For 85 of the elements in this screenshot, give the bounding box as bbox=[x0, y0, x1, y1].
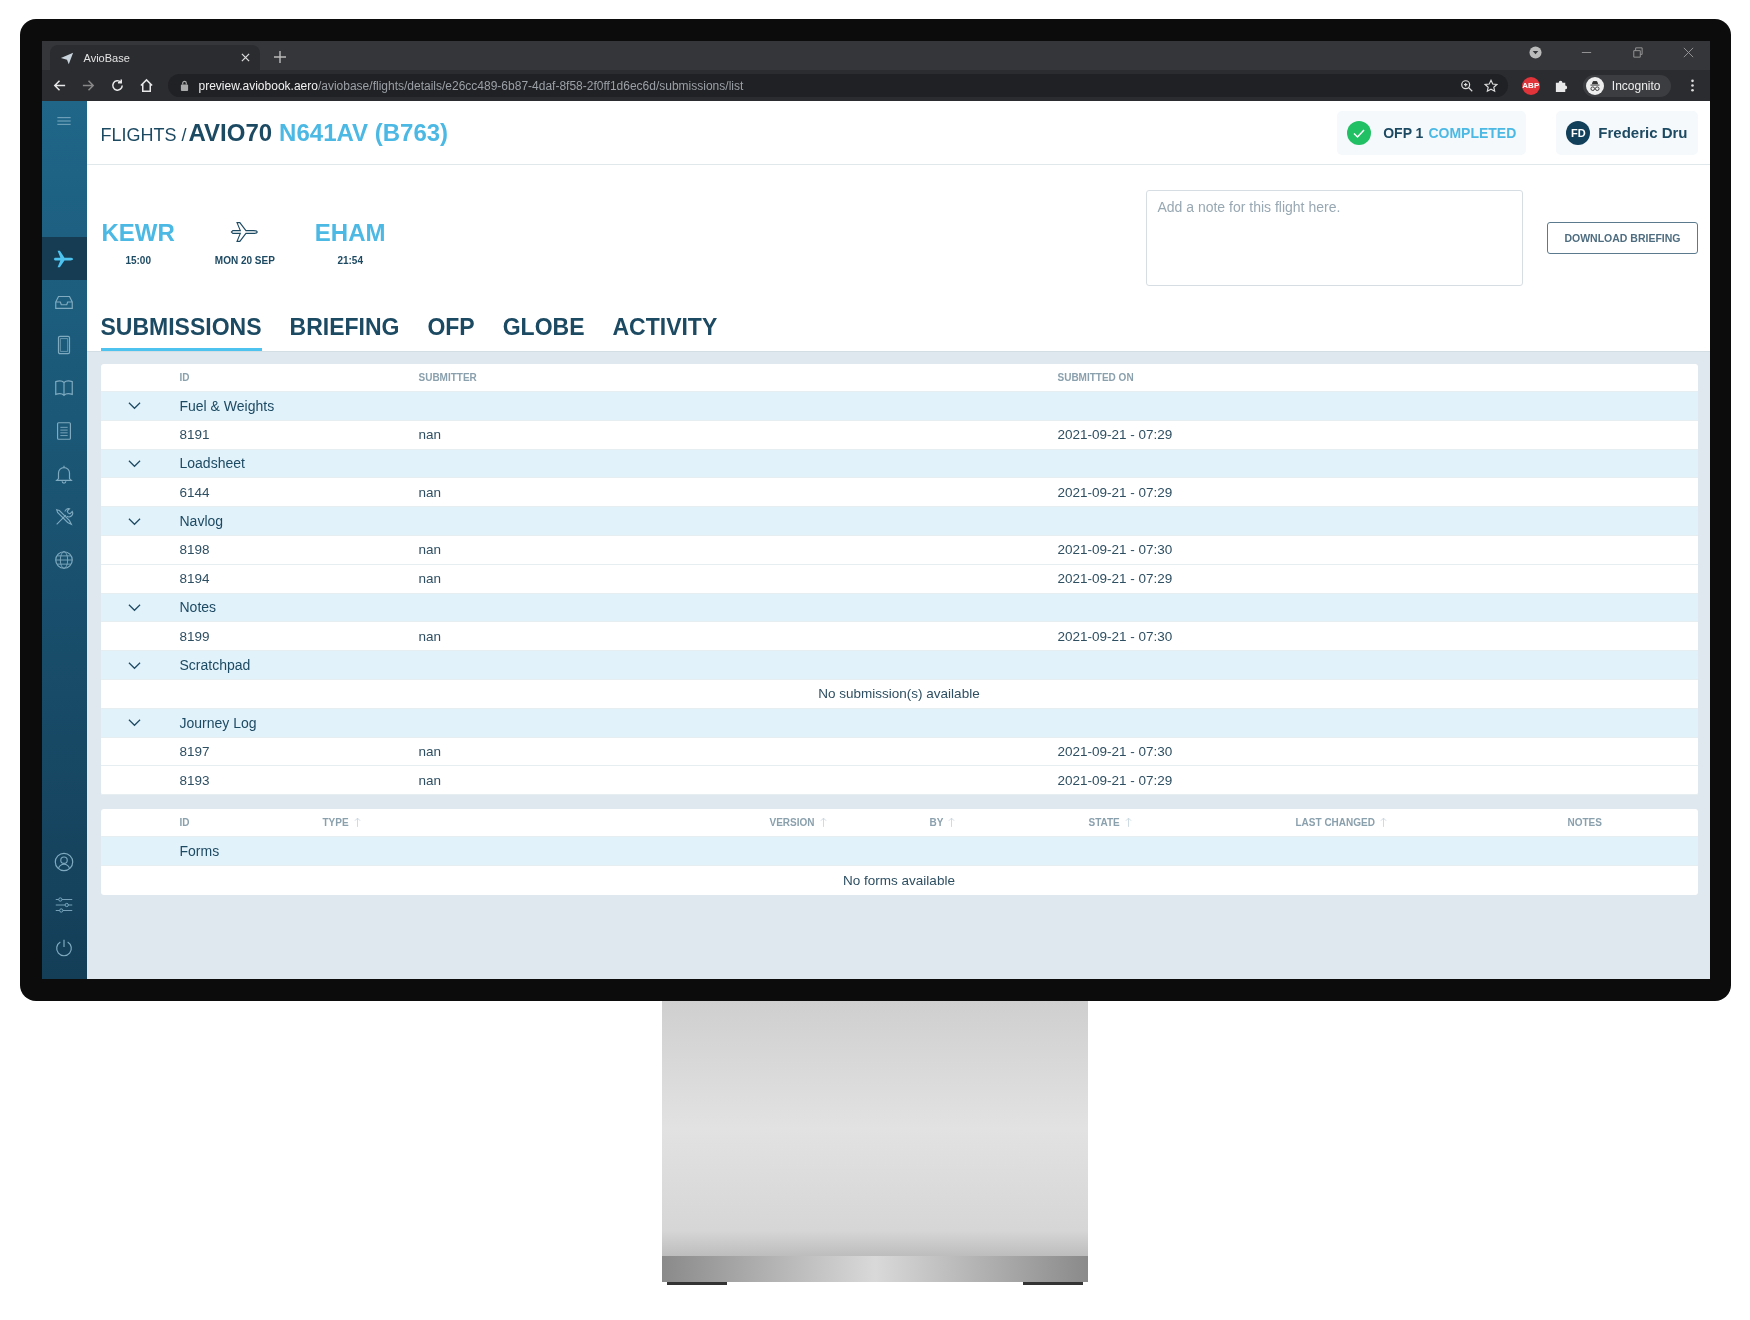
user-icon bbox=[53, 850, 75, 873]
column-header: SUBMITTED ON bbox=[1057, 372, 1135, 383]
reload-icon[interactable] bbox=[109, 78, 125, 93]
empty-message: No submission(s) available bbox=[818, 686, 980, 702]
note-field[interactable]: Add a note for this flight here. bbox=[1146, 190, 1524, 286]
origin-code: KEWR bbox=[101, 218, 175, 247]
table-cell-text: nan bbox=[418, 427, 443, 443]
column-header: NOTES bbox=[1567, 817, 1602, 829]
home-icon[interactable] bbox=[138, 78, 154, 93]
table-cell-text: nan bbox=[418, 772, 443, 788]
table-cell-text: 6144 bbox=[179, 484, 211, 500]
tab-title: AvioBase bbox=[83, 51, 131, 64]
breadcrumb[interactable]: FLIGHTS / bbox=[100, 124, 187, 146]
column-header: SUBMITTER bbox=[418, 372, 478, 383]
table-cell-text: 8193 bbox=[179, 772, 211, 788]
group-row[interactable]: Scratchpad bbox=[100, 651, 1698, 680]
table-cell-text: 2021-09-21 - 07:30 bbox=[1057, 743, 1174, 759]
group-name: Journey Log bbox=[179, 714, 258, 731]
group-name: Scratchpad bbox=[179, 657, 252, 674]
dropdown-icon[interactable] bbox=[1528, 46, 1542, 59]
tab[interactable]: BRIEFING bbox=[289, 311, 400, 351]
user-menu[interactable]: FD Frederic Dru bbox=[1556, 110, 1698, 155]
group-name: Notes bbox=[179, 599, 218, 616]
group-row[interactable]: Fuel & Weights bbox=[100, 392, 1698, 421]
forward-icon[interactable] bbox=[80, 78, 96, 93]
column-header: ID bbox=[179, 817, 190, 829]
table-cell-text: 8198 bbox=[179, 542, 211, 558]
download-briefing-button[interactable]: DOWNLOAD BRIEFING bbox=[1547, 222, 1698, 254]
table-cell-text: 2021-09-21 - 07:29 bbox=[1057, 571, 1174, 587]
url-text: preview.aviobook.aero/aviobase/flights/details/e26cc489-6b87-4daf-8f58-2f0ff1d6ec6d/submissions/list bbox=[198, 78, 744, 93]
table-cell-text: nan bbox=[418, 571, 443, 587]
group-row[interactable]: Navlog bbox=[100, 507, 1698, 536]
profile-button[interactable]: Incognito bbox=[1582, 74, 1671, 97]
paper-plane-icon bbox=[59, 50, 74, 65]
table-cell-text: nan bbox=[418, 542, 443, 558]
arrival-time: 21:54 bbox=[337, 254, 363, 266]
status-state: COMPLETED bbox=[1428, 124, 1517, 141]
browser-tab[interactable]: AvioBase bbox=[49, 45, 260, 70]
user-name: Frederic Dru bbox=[1598, 124, 1688, 141]
group-row[interactable]: Notes bbox=[100, 593, 1698, 623]
table-cell-text: nan bbox=[418, 484, 443, 500]
status-label: OFP 1 bbox=[1383, 124, 1424, 141]
table-cell-text: 2021-09-21 - 07:30 bbox=[1057, 542, 1174, 558]
flight-number: AVIO70 bbox=[188, 118, 273, 147]
tab[interactable]: GLOBE bbox=[502, 311, 585, 351]
sidebar-item[interactable] bbox=[41, 237, 87, 280]
back-icon[interactable] bbox=[51, 78, 67, 93]
column-header: ID bbox=[179, 372, 191, 383]
group-name: Loadsheet bbox=[179, 455, 246, 472]
table-cell-text: 8194 bbox=[179, 571, 211, 587]
table-cell-text: nan bbox=[418, 628, 443, 644]
flight-date: MON 20 SEP bbox=[214, 254, 275, 266]
empty-message: No forms available bbox=[843, 872, 955, 888]
address-bar[interactable]: preview.aviobook.aero/aviobase/flights/details/e26cc489-6b87-4daf-8f58-2f0ff1d6ec6d/submissions/list bbox=[167, 74, 1508, 97]
table-cell-text: 8191 bbox=[179, 427, 211, 443]
globe-icon bbox=[53, 548, 75, 571]
tab[interactable]: ACTIVITY bbox=[612, 311, 718, 351]
group-row[interactable]: Loadsheet bbox=[100, 449, 1698, 479]
table-cell-text: 2021-09-21 - 07:29 bbox=[1057, 484, 1174, 500]
table-cell-text: 2021-09-21 - 07:29 bbox=[1057, 772, 1174, 788]
adblock-badge[interactable]: ABP bbox=[1521, 76, 1540, 95]
plane-icon bbox=[229, 219, 260, 244]
zoom-icon[interactable] bbox=[1459, 78, 1474, 93]
destination-code: EHAM bbox=[314, 218, 386, 247]
group-name: Forms bbox=[179, 843, 221, 860]
lock-icon bbox=[179, 80, 189, 91]
star-icon[interactable] bbox=[1483, 78, 1498, 93]
tab[interactable]: OFP bbox=[427, 311, 475, 351]
restore-icon[interactable] bbox=[1630, 46, 1644, 59]
table-cell-text: 8197 bbox=[179, 743, 211, 759]
new-tab-icon[interactable] bbox=[273, 51, 286, 63]
puzzle-icon[interactable] bbox=[1553, 78, 1569, 93]
table-cell-text: 8199 bbox=[179, 628, 211, 644]
table-cell-text: nan bbox=[418, 743, 443, 759]
incognito-icon bbox=[1585, 76, 1604, 95]
departure-time: 15:00 bbox=[125, 254, 151, 266]
chevron-icon[interactable] bbox=[127, 457, 141, 470]
group-name: Fuel & Weights bbox=[179, 397, 276, 414]
group-row[interactable]: Journey Log bbox=[100, 708, 1698, 738]
table-cell-text: 2021-09-21 - 07:30 bbox=[1057, 628, 1174, 644]
aircraft-registration: N641AV (B763) bbox=[279, 118, 449, 147]
group-name: Navlog bbox=[179, 513, 225, 530]
user-avatar: FD bbox=[1566, 120, 1591, 145]
tools-icon bbox=[53, 505, 75, 528]
table-cell-text: 2021-09-21 - 07:29 bbox=[1057, 427, 1174, 443]
